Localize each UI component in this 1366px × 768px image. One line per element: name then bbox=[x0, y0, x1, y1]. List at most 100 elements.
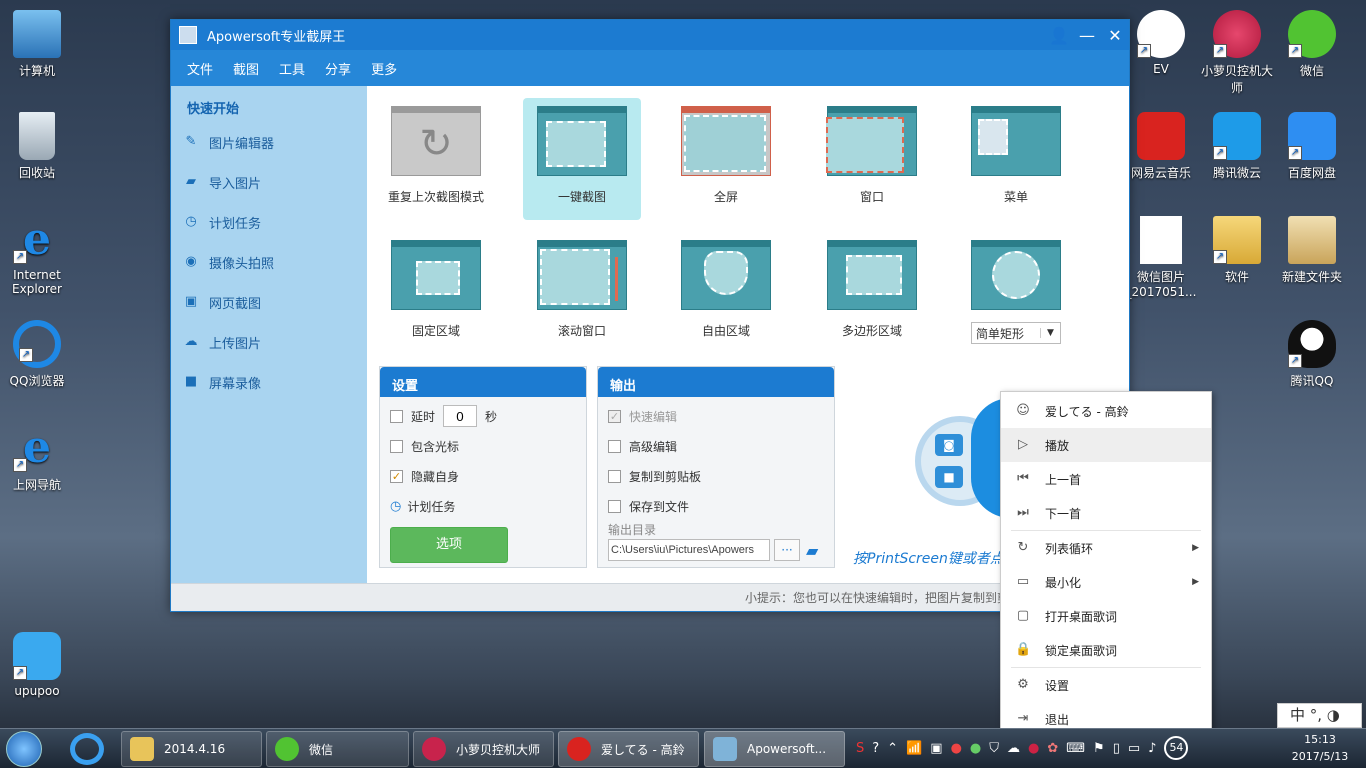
sidebar-item-schedule[interactable]: ◷ 计划任务 bbox=[171, 202, 367, 242]
advanced-edit-checkbox[interactable] bbox=[608, 439, 621, 453]
desktop-icon-software-folder[interactable]: ↗ 软件 bbox=[1201, 216, 1273, 285]
desktop-icon-wechat[interactable]: ↗ 微信 bbox=[1276, 10, 1348, 79]
tile-scroll-window[interactable]: 滚动窗口 bbox=[523, 232, 641, 354]
tile-shape[interactable]: 简单矩形 ▼ bbox=[957, 232, 1075, 364]
desktop-icon-weiyun[interactable]: ↗ 腾讯微云 bbox=[1201, 112, 1273, 181]
desktop-icon-nav[interactable]: e ↗ 上网导航 bbox=[1, 424, 73, 493]
help-icon[interactable]: ? bbox=[872, 741, 879, 756]
desktop-icon-new-folder[interactable]: 新建文件夹 bbox=[1276, 216, 1348, 285]
taskbar-item-folder[interactable]: 2014.4.16 bbox=[121, 731, 262, 767]
menu-item-lock-lyrics[interactable]: 🔒 锁定桌面歌词 bbox=[1001, 633, 1211, 667]
menu-item-next[interactable]: ⏭ 下一首 bbox=[1001, 496, 1211, 530]
clock[interactable]: 15:13 2017/5/13 bbox=[1290, 731, 1350, 765]
tile-fixed-region[interactable]: 固定区域 bbox=[377, 232, 495, 354]
hide-self-checkbox[interactable]: ✓ bbox=[390, 469, 403, 483]
include-cursor-checkbox[interactable] bbox=[390, 439, 403, 453]
tray-badge[interactable]: 54 bbox=[1164, 736, 1189, 760]
tile-fullscreen[interactable]: 全屏 bbox=[667, 98, 785, 220]
desktop-icon-wechat-image[interactable]: 微信图片_2017051... bbox=[1125, 216, 1197, 299]
radish-icon: ↗ bbox=[1213, 10, 1261, 58]
menu-capture[interactable]: 截图 bbox=[233, 59, 259, 78]
flower-icon[interactable]: ✿ bbox=[1047, 741, 1058, 756]
delay-checkbox[interactable] bbox=[390, 409, 403, 423]
battery-icon[interactable]: ▯ bbox=[1113, 741, 1120, 756]
tile-repeat-last[interactable]: ↻ 重复上次截图模式 bbox=[377, 98, 495, 220]
wifi-icon[interactable]: 📶 bbox=[906, 741, 922, 756]
desktop-icon-qq-browser[interactable]: ↗ QQ浏览器 bbox=[1, 320, 73, 389]
screenshot-tray-icon[interactable]: ▣ bbox=[930, 741, 942, 756]
repeat-icon: ↻ bbox=[391, 106, 481, 176]
menu-file[interactable]: 文件 bbox=[187, 59, 213, 78]
taskbar-item-wechat[interactable]: 微信 bbox=[266, 731, 409, 767]
tile-one-click[interactable]: 一键截图 bbox=[523, 98, 641, 220]
start-button[interactable] bbox=[6, 731, 42, 767]
minimize-button[interactable]: — bbox=[1073, 26, 1101, 45]
shield-icon[interactable]: ⛉ bbox=[989, 741, 999, 756]
radish-tray-icon[interactable]: ● bbox=[1028, 741, 1039, 756]
user-icon[interactable]: 👤 bbox=[1045, 26, 1073, 45]
menu-item-loop[interactable]: ↻ 列表循环 ▶ bbox=[1001, 531, 1211, 565]
tile-menu[interactable]: 菜单 bbox=[957, 98, 1075, 220]
desktop-icon-netease-music[interactable]: 网易云音乐 bbox=[1125, 112, 1197, 181]
sidebar-item-webcam[interactable]: ◉ 摄像头拍照 bbox=[171, 242, 367, 282]
desktop-icon-recycle-bin[interactable]: 回收站 bbox=[1, 112, 73, 181]
tile-free-region[interactable]: 自由区域 bbox=[667, 232, 785, 354]
scroll-window-icon bbox=[537, 240, 627, 310]
taskbar-item-music[interactable]: 爱してる - 高鈴 bbox=[558, 731, 699, 767]
folder-icon[interactable]: ▰ bbox=[806, 541, 818, 560]
menu-item-minimize[interactable]: ▭ 最小化 ▶ bbox=[1001, 565, 1211, 599]
browse-button[interactable]: ··· bbox=[774, 539, 800, 561]
close-button[interactable]: ✕ bbox=[1101, 26, 1129, 45]
volume-icon[interactable]: ♪ bbox=[1148, 741, 1156, 756]
menu-item-play[interactable]: ▷ 播放 bbox=[1001, 428, 1211, 462]
sogou-ime-icon[interactable]: S bbox=[856, 741, 864, 756]
wechat-tray-icon[interactable]: ● bbox=[970, 741, 981, 756]
tray-expand-icon[interactable]: ⌃ bbox=[887, 741, 898, 756]
tile-polygon[interactable]: 多边形区域 bbox=[813, 232, 931, 354]
menu-more[interactable]: 更多 bbox=[371, 59, 397, 78]
ev-icon: ↗ bbox=[1137, 10, 1185, 58]
music-context-menu: ☺ 爱してる - 高鈴 ▷ 播放 ⏮ 上一首 ⏭ 下一首 ↻ 列表循环 ▶ ▭ 最小化 ▶ ▢ 打… bbox=[1000, 391, 1212, 738]
desktop-icon-computer[interactable]: 计算机 bbox=[1, 10, 73, 79]
desktop-icon-upupoo[interactable]: ↗ upupoo bbox=[1, 632, 73, 698]
desktop-icon-ie[interactable]: e ↗ Internet Explorer bbox=[1, 216, 73, 297]
ime-indicator[interactable]: 中 °, ◑ bbox=[1277, 703, 1362, 728]
copy-clipboard-checkbox[interactable] bbox=[608, 469, 621, 483]
menu-share[interactable]: 分享 bbox=[325, 59, 351, 78]
wechat-icon: ↗ bbox=[1288, 10, 1336, 58]
sidebar-item-image-editor[interactable]: ✎ 图片编辑器 bbox=[171, 122, 367, 162]
video-camera-icon: ■ bbox=[935, 466, 963, 488]
output-dir-input[interactable] bbox=[608, 539, 770, 561]
taskbar-item-apowersoft[interactable]: Apowersoft... bbox=[704, 731, 845, 767]
sidebar-item-import[interactable]: ▰ 导入图片 bbox=[171, 162, 367, 202]
sidebar-item-record[interactable]: ■ 屏幕录像 bbox=[171, 362, 367, 402]
cloud-icon[interactable]: ☁ bbox=[1007, 741, 1020, 756]
menu-tools[interactable]: 工具 bbox=[279, 59, 305, 78]
desktop-icon-ev[interactable]: ↗ EV bbox=[1125, 10, 1197, 76]
desktop-icon-luobei[interactable]: ↗ 小萝贝控机大师 bbox=[1201, 10, 1273, 96]
shape-select[interactable]: 简单矩形 ▼ bbox=[971, 322, 1061, 344]
upupoo-icon: ↗ bbox=[13, 632, 61, 680]
desktop-icon-qq[interactable]: ↗ 腾讯QQ bbox=[1276, 320, 1348, 389]
save-file-checkbox[interactable] bbox=[608, 499, 621, 513]
sidebar-item-webpage[interactable]: ▣ 网页截图 bbox=[171, 282, 367, 322]
menu-item-settings[interactable]: ⚙ 设置 bbox=[1001, 668, 1211, 702]
sidebar-item-upload[interactable]: ☁ 上传图片 bbox=[171, 322, 367, 362]
menu-item-prev[interactable]: ⏮ 上一首 bbox=[1001, 462, 1211, 496]
desktop-icon-baidu-pan[interactable]: ↗ 百度网盘 bbox=[1276, 112, 1348, 181]
taskbar-item-luobei[interactable]: 小萝贝控机大师 bbox=[413, 731, 554, 767]
menu-item-song[interactable]: ☺ 爱してる - 高鈴 bbox=[1001, 394, 1211, 428]
settings-panel: 设置 延时 秒 包含光标 ✓隐藏自身 ◷计划任务 选项 bbox=[379, 366, 587, 568]
menu-item-open-lyrics[interactable]: ▢ 打开桌面歌词 bbox=[1001, 599, 1211, 633]
network-icon[interactable]: ▭ bbox=[1128, 741, 1140, 756]
wechat-icon bbox=[275, 737, 299, 761]
footer-tip: 小提示：您也可以在快速编辑时，把图片复制到剪 bbox=[171, 583, 1129, 611]
delay-input[interactable] bbox=[443, 405, 478, 427]
flag-icon[interactable]: ⚑ bbox=[1093, 741, 1105, 756]
tile-window[interactable]: 窗口 bbox=[813, 98, 931, 220]
options-button[interactable]: 选项 bbox=[390, 527, 508, 563]
qq-browser-taskbar-icon[interactable] bbox=[70, 733, 104, 765]
netease-tray-icon[interactable]: ● bbox=[951, 741, 962, 756]
keyboard-icon[interactable]: ⌨ bbox=[1066, 741, 1085, 756]
clock-icon: ◷ bbox=[390, 498, 402, 514]
